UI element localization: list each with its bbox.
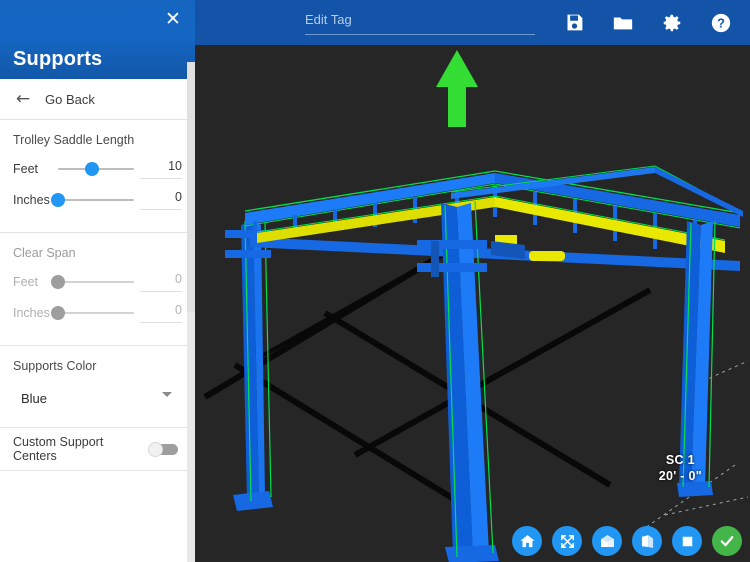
custom-support-centers-row: Custom Support Centers (0, 428, 195, 470)
input-underline (305, 33, 535, 35)
slider-row-inches: Inches 0 (13, 187, 182, 213)
inches-value-field: 0 (140, 300, 182, 326)
slider-track (58, 199, 134, 201)
three-d-model[interactable] (195, 45, 750, 562)
fit-to-screen-button[interactable] (552, 526, 582, 556)
section-title: Trolley Saddle Length (13, 133, 135, 147)
sidebar-scrollbar[interactable] (187, 62, 195, 562)
value-underline (140, 291, 182, 292)
section-trolley-saddle-length: Trolley Saddle Length Feet 10 Inches 0 (0, 120, 195, 232)
edit-tag-input[interactable] (305, 8, 535, 31)
slider-value: 10 (168, 159, 182, 173)
dimension-label-line2: 20' - 0" (658, 469, 702, 483)
view-flat-button[interactable] (672, 526, 702, 556)
close-icon[interactable]: ✕ (160, 6, 186, 32)
view-3d-button[interactable] (592, 526, 622, 556)
slider-track (58, 281, 134, 283)
slider-unit-label: Feet (13, 162, 39, 176)
supports-color-select[interactable]: Blue (13, 383, 182, 413)
svg-text:?: ? (717, 15, 725, 30)
section-clear-span: Clear Span Feet 0 Inches 0 (0, 233, 195, 345)
supports-color-value: Blue (21, 390, 48, 406)
feet-value-field: 0 (140, 269, 182, 295)
feet-slider[interactable] (58, 156, 134, 182)
panel-header: ✕ Supports (0, 0, 195, 79)
toolbar-icon-group: ? (540, 8, 736, 38)
divider (0, 470, 195, 471)
slider-row-inches: Inches 0 (13, 300, 182, 326)
app-root: ✕ Supports ← Go Back Trolley Saddle Leng… (0, 0, 750, 562)
home-view-button[interactable] (512, 526, 542, 556)
value-underline (140, 322, 182, 323)
slider-value: 0 (175, 272, 182, 286)
custom-support-centers-toggle[interactable] (147, 441, 179, 457)
arrow-left-icon: ← (15, 89, 31, 109)
custom-support-centers-label: Custom Support Centers (13, 435, 104, 463)
inches-value-field[interactable]: 0 (140, 187, 182, 213)
slider-value: 0 (175, 303, 182, 317)
scrollbar-thumb[interactable] (187, 62, 195, 312)
value-underline (140, 178, 182, 179)
slider-thumb (51, 306, 65, 320)
go-back-button[interactable]: ← Go Back (0, 79, 195, 119)
edit-tag-field[interactable] (305, 8, 535, 37)
toggle-knob (147, 442, 163, 457)
section-supports-color: Supports Color Blue (0, 346, 195, 427)
dimension-label: SC 1 20' - 0" (659, 452, 702, 484)
top-toolbar: ? (195, 0, 750, 45)
view-angled-button[interactable] (632, 526, 662, 556)
dimension-label-line1: SC 1 (665, 453, 695, 467)
slider-thumb[interactable] (51, 193, 65, 207)
slider-row-feet: Feet 10 (13, 156, 182, 182)
confirm-button[interactable] (712, 526, 742, 556)
slider-thumb[interactable] (85, 162, 100, 176)
model-viewport[interactable]: ? (195, 0, 750, 562)
go-back-label: Go Back (45, 91, 95, 107)
feet-value-field[interactable]: 10 (140, 156, 182, 182)
gear-icon[interactable] (657, 8, 687, 38)
supports-panel: ✕ Supports ← Go Back Trolley Saddle Leng… (0, 0, 195, 562)
feet-slider (51, 269, 134, 295)
save-icon[interactable] (559, 8, 589, 38)
supports-color-label: Supports Color (13, 359, 97, 373)
value-underline (140, 209, 182, 210)
slider-row-feet: Feet 0 (13, 269, 182, 295)
slider-track (58, 312, 134, 314)
page-title: Supports (13, 48, 103, 70)
slider-value: 0 (175, 190, 182, 204)
help-icon[interactable]: ? (706, 8, 736, 38)
bottom-toolbar (195, 526, 750, 556)
inches-slider (51, 300, 134, 326)
folder-icon[interactable] (608, 8, 638, 38)
inches-slider[interactable] (51, 187, 134, 213)
slider-thumb (51, 275, 65, 289)
section-title: Clear Span (13, 246, 76, 260)
chevron-down-icon (162, 392, 172, 397)
